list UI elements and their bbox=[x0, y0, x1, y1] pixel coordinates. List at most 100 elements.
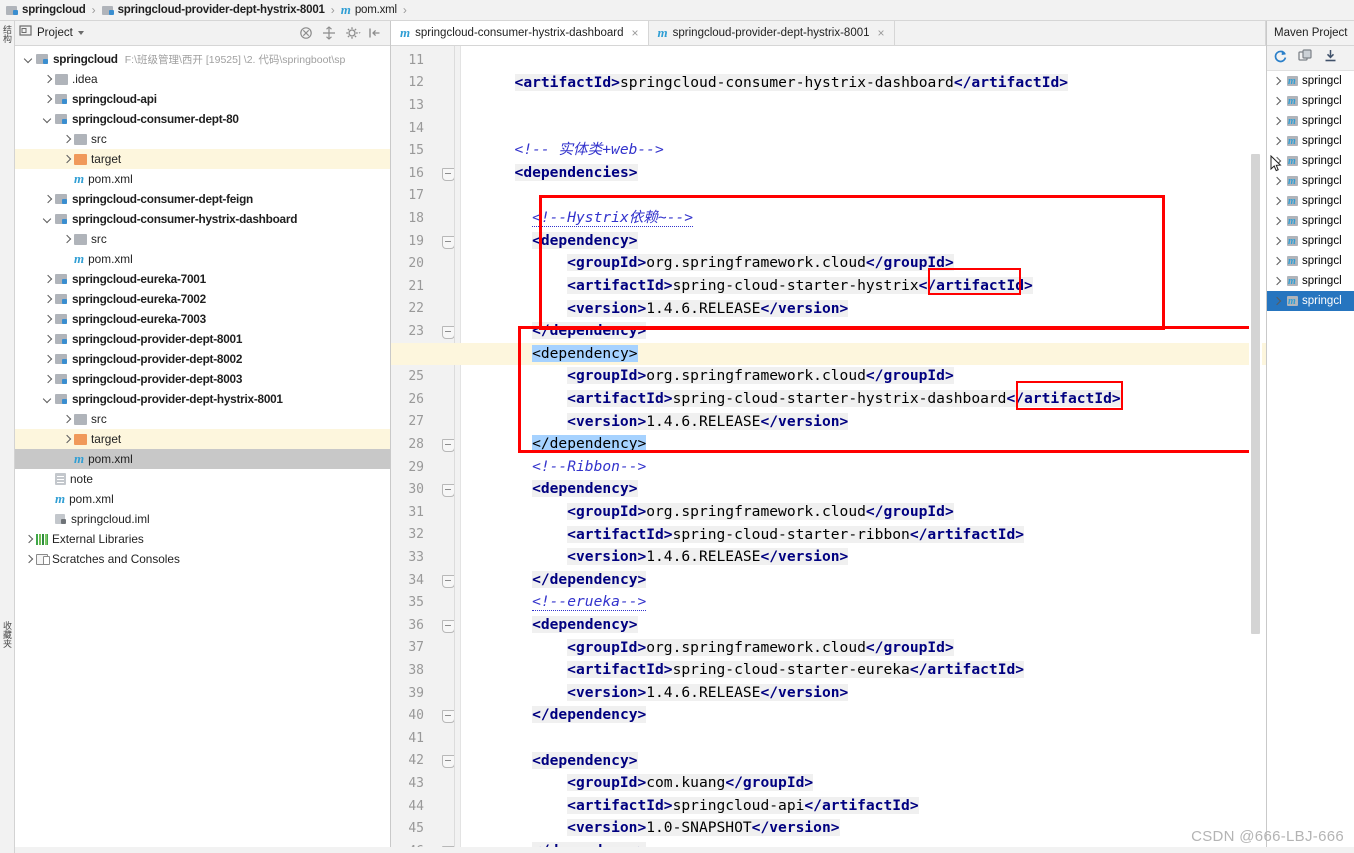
hide-panel-icon[interactable] bbox=[368, 26, 382, 40]
chevron-right-icon[interactable] bbox=[42, 94, 53, 105]
chevron-right-icon[interactable] bbox=[1271, 196, 1282, 207]
code-line[interactable]: <dependency> bbox=[461, 614, 638, 637]
code-fold-icon[interactable] bbox=[442, 755, 455, 769]
gutter-line[interactable]: 43 bbox=[391, 772, 460, 795]
chevron-right-icon[interactable] bbox=[42, 194, 53, 205]
code-fold-icon[interactable] bbox=[442, 619, 455, 633]
breadcrumb-item-springcloud[interactable]: springcloud bbox=[6, 4, 86, 16]
maven-list-item[interactable]: springcl bbox=[1267, 91, 1354, 111]
code-line[interactable]: <!--erueka--> bbox=[461, 591, 647, 614]
gutter-line[interactable]: 35 bbox=[391, 591, 460, 614]
tree-row[interactable]: springcloud.iml bbox=[15, 509, 390, 529]
chevron-right-icon[interactable] bbox=[1271, 276, 1282, 287]
tool-window-label-favorites[interactable]: 收藏夹 bbox=[1, 621, 14, 648]
tree-row[interactable]: springcloud-provider-dept-8003 bbox=[15, 369, 390, 389]
code-line[interactable]: </dependency> bbox=[461, 569, 647, 592]
gutter-line[interactable]: 27 bbox=[391, 411, 460, 434]
editor-scrollbar[interactable] bbox=[1249, 46, 1262, 853]
code-line[interactable]: <groupId>org.springframework.cloud</grou… bbox=[461, 637, 954, 660]
gutter-line[interactable]: 25 bbox=[391, 365, 460, 388]
maven-list-item[interactable]: springcl bbox=[1267, 171, 1354, 191]
chevron-right-icon[interactable] bbox=[1271, 216, 1282, 227]
chevron-right-icon[interactable] bbox=[1271, 296, 1282, 307]
code-line[interactable] bbox=[461, 727, 497, 750]
code-line[interactable]: <dependency> bbox=[461, 230, 638, 253]
chevron-right-icon[interactable] bbox=[1271, 76, 1282, 87]
maven-list-item[interactable]: springcl bbox=[1267, 131, 1354, 151]
tree-row[interactable]: springcloud-provider-dept-hystrix-8001 bbox=[15, 389, 390, 409]
gutter-line[interactable]: 38 bbox=[391, 659, 460, 682]
gutter-line[interactable]: 40 bbox=[391, 704, 460, 727]
chevron-right-icon[interactable] bbox=[42, 314, 53, 325]
editor-gutter[interactable]: 1112131415161718192021222324252627282930… bbox=[391, 46, 461, 853]
chevron-down-icon[interactable] bbox=[42, 214, 53, 225]
code-fold-icon[interactable] bbox=[442, 167, 455, 181]
refresh-icon[interactable] bbox=[1273, 49, 1288, 68]
settings-gear-icon[interactable] bbox=[345, 26, 361, 40]
tree-row[interactable]: springcloud-provider-dept-8001 bbox=[15, 329, 390, 349]
code-fold-icon[interactable] bbox=[442, 235, 455, 249]
chevron-right-icon[interactable] bbox=[1271, 116, 1282, 127]
chevron-right-icon[interactable] bbox=[61, 134, 72, 145]
gutter-line[interactable]: 13 bbox=[391, 94, 460, 117]
code-line[interactable] bbox=[461, 117, 497, 140]
tree-row[interactable]: springcloud-consumer-hystrix-dashboard bbox=[15, 209, 390, 229]
code-line[interactable]: </dependency> bbox=[461, 320, 647, 343]
chevron-down-icon[interactable] bbox=[77, 31, 84, 35]
code-line[interactable]: <groupId>com.kuang</groupId> bbox=[461, 772, 814, 795]
maven-list-item[interactable]: springcl bbox=[1267, 71, 1354, 91]
tree-row[interactable]: Scratches and Consoles bbox=[15, 549, 390, 569]
chevron-right-icon[interactable] bbox=[1271, 236, 1282, 247]
gutter-line[interactable]: 17 bbox=[391, 185, 460, 208]
tree-row[interactable]: External Libraries bbox=[15, 529, 390, 549]
gutter-line[interactable]: 18 bbox=[391, 207, 460, 230]
chevron-down-icon[interactable] bbox=[42, 114, 53, 125]
chevron-down-icon[interactable] bbox=[23, 54, 34, 65]
code-line[interactable] bbox=[461, 94, 497, 117]
gutter-line[interactable]: 36 bbox=[391, 614, 460, 637]
code-line[interactable] bbox=[461, 49, 497, 72]
tree-row[interactable]: m pom.xml bbox=[15, 249, 390, 269]
chevron-right-icon[interactable] bbox=[1271, 176, 1282, 187]
code-line[interactable]: <!--Hystrix依赖~--> bbox=[461, 207, 694, 230]
breadcrumb-item-module[interactable]: springcloud-provider-dept-hystrix-8001 bbox=[101, 4, 325, 16]
code-line[interactable]: <dependency> bbox=[461, 750, 638, 773]
gutter-line[interactable]: 41 bbox=[391, 727, 460, 750]
code-fold-icon[interactable] bbox=[442, 574, 455, 588]
tree-row[interactable]: m pom.xml bbox=[15, 449, 390, 469]
editor-tab-consumer-hystrix-dashboard[interactable]: m springcloud-consumer-hystrix-dashboard… bbox=[391, 21, 649, 45]
maven-list-item[interactable]: springcl bbox=[1267, 111, 1354, 131]
maven-list-item[interactable]: springcl bbox=[1267, 191, 1354, 211]
code-line[interactable]: <dependencies> bbox=[461, 162, 638, 185]
code-line[interactable] bbox=[461, 185, 497, 208]
chevron-right-icon[interactable] bbox=[1271, 136, 1282, 147]
scrollbar-thumb[interactable] bbox=[1251, 154, 1260, 634]
chevron-down-icon[interactable] bbox=[42, 394, 53, 405]
gutter-line[interactable]: 29 bbox=[391, 456, 460, 479]
tool-window-label-structure[interactable]: 结构 bbox=[1, 25, 14, 43]
maven-list-item[interactable]: springcl bbox=[1267, 271, 1354, 291]
code-line[interactable]: <!-- 实体类+web--> bbox=[461, 139, 664, 162]
code-fold-icon[interactable] bbox=[442, 710, 455, 724]
code-line[interactable]: </dependency> bbox=[461, 433, 647, 456]
gutter-line[interactable]: 14 bbox=[391, 117, 460, 140]
chevron-right-icon[interactable] bbox=[42, 274, 53, 285]
code-fold-icon[interactable] bbox=[442, 325, 455, 339]
tree-row[interactable]: springcloud F:\班级管理\西开 [19525] \2. 代码\spr… bbox=[15, 49, 390, 69]
code-fold-icon[interactable] bbox=[442, 484, 455, 498]
gutter-line[interactable]: 19 bbox=[391, 230, 460, 253]
chevron-right-icon[interactable] bbox=[23, 534, 34, 545]
code-line[interactable]: <artifactId>spring-cloud-starter-hystrix… bbox=[461, 388, 1121, 411]
code-line[interactable]: <!--Ribbon--> bbox=[461, 456, 646, 479]
chevron-right-icon[interactable] bbox=[1271, 256, 1282, 267]
generate-sources-icon[interactable] bbox=[1298, 48, 1313, 68]
chevron-right-icon[interactable] bbox=[42, 354, 53, 365]
tree-row[interactable]: target bbox=[15, 149, 390, 169]
code-line[interactable]: <version>1.0-SNAPSHOT</version> bbox=[461, 817, 840, 840]
code-editor[interactable]: 1112131415161718192021222324252627282930… bbox=[391, 46, 1266, 853]
gutter-line[interactable]: 21 bbox=[391, 275, 460, 298]
tree-row[interactable]: springcloud-provider-dept-8002 bbox=[15, 349, 390, 369]
tree-row[interactable]: src bbox=[15, 129, 390, 149]
tree-row[interactable]: note bbox=[15, 469, 390, 489]
chevron-right-icon[interactable] bbox=[42, 74, 53, 85]
